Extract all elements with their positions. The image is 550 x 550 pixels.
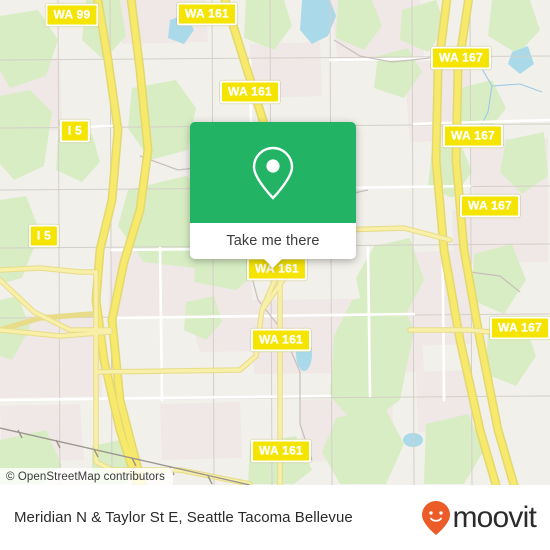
road-shield: WA 167 <box>430 46 492 70</box>
road-shield: WA 161 <box>250 328 312 352</box>
road-shield: WA 161 <box>219 80 281 104</box>
road-shield: WA 167 <box>442 124 504 148</box>
moovit-pin-smiley-icon <box>422 500 451 535</box>
footer-bar: Meridian N & Taylor St E, Seattle Tacoma… <box>0 485 550 550</box>
road-shield: I 5 <box>59 119 91 143</box>
map-attribution[interactable]: © OpenStreetMap contributors <box>0 468 173 485</box>
road-shield: WA 161 <box>250 439 312 463</box>
moovit-logo[interactable]: moovit <box>421 500 537 536</box>
road-shield: WA 99 <box>45 3 99 27</box>
road-shield: WA 161 <box>176 2 238 26</box>
road-shield: WA 167 <box>489 316 550 340</box>
road-shield: I 5 <box>28 224 60 248</box>
moovit-wordmark: moovit <box>452 500 536 534</box>
popup-icon-panel <box>190 122 356 223</box>
take-me-there-button[interactable]: Take me there <box>190 223 356 268</box>
location-title: Meridian N & Taylor St E, Seattle Tacoma… <box>14 509 353 526</box>
road-shield: WA 167 <box>459 194 521 218</box>
popup-pointer-tail <box>263 258 283 268</box>
moovit-map-screenshot: WA 99 WA 161 WA 167 WA 161 I 5 WA 167 WA 167 I … <box>0 0 550 550</box>
location-popup-card[interactable]: Take me there <box>190 122 356 268</box>
take-me-there-label: Take me there <box>226 233 320 249</box>
map-pin-icon <box>252 146 294 200</box>
